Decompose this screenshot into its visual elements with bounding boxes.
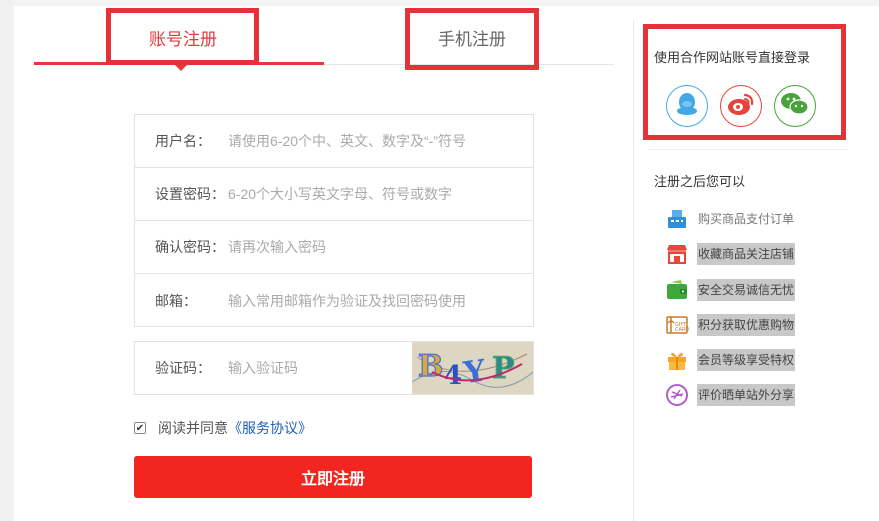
benefit-item: 评价晒单站外分享 bbox=[664, 382, 796, 408]
benefit-item: 会员等级享受特权 bbox=[664, 347, 796, 373]
confirm-password-row: 确认密码： bbox=[135, 221, 533, 274]
username-label: 用户名： bbox=[155, 133, 211, 149]
svg-text:CARD: CARD bbox=[675, 327, 689, 333]
benefit-text: 积分获取优惠购物 bbox=[697, 314, 796, 336]
register-submit-button[interactable]: 立即注册 bbox=[134, 456, 532, 498]
tab-phone-register[interactable]: 手机注册 bbox=[406, 12, 538, 62]
vertical-divider bbox=[633, 20, 634, 521]
service-agreement-link[interactable]: 《服务协议》 bbox=[228, 418, 312, 438]
store-icon bbox=[664, 241, 690, 267]
cash-register-icon bbox=[664, 206, 690, 232]
top-strip bbox=[0, 0, 879, 6]
wallet-icon bbox=[664, 277, 690, 303]
confirm-password-label: 确认密码： bbox=[155, 239, 225, 255]
benefit-text: 收藏商品关注店铺 bbox=[697, 243, 796, 265]
agreement-row: ✔ 阅读并同意 《服务协议》 bbox=[134, 418, 312, 438]
wechat-icon bbox=[780, 90, 810, 123]
tab-account-register[interactable]: 账号注册 bbox=[108, 12, 258, 62]
benefit-text: 购买商品支付订单 bbox=[698, 212, 795, 226]
benefit-item: 安全交易诚信无忧 bbox=[664, 277, 796, 303]
gift-box-icon bbox=[664, 347, 690, 373]
captcha-row: 验证码： B 4 Y P bbox=[134, 341, 534, 395]
right-panel-divider bbox=[648, 149, 848, 150]
email-label: 邮箱： bbox=[155, 292, 197, 309]
captcha-image[interactable]: B 4 Y P bbox=[412, 342, 533, 394]
left-edge bbox=[0, 0, 14, 521]
username-input[interactable] bbox=[228, 126, 533, 156]
weibo-icon bbox=[726, 90, 756, 123]
wechat-login-button[interactable] bbox=[774, 85, 816, 127]
password-label: 设置密码： bbox=[155, 186, 225, 202]
weibo-login-button[interactable] bbox=[720, 85, 762, 127]
username-row: 用户名： bbox=[135, 115, 533, 168]
email-row: 邮箱： bbox=[135, 274, 533, 327]
benefit-item: 收藏商品关注店铺 bbox=[664, 241, 796, 267]
benefit-item: GIFT CARD 积分获取优惠购物 bbox=[664, 312, 796, 338]
tab-caret-icon bbox=[175, 65, 187, 71]
gift-card-icon: GIFT CARD bbox=[664, 312, 690, 338]
benefits-title: 注册之后您可以 bbox=[654, 174, 746, 189]
agreement-checkbox[interactable]: ✔ bbox=[134, 422, 146, 434]
captcha-label: 验证码： bbox=[155, 360, 211, 376]
registration-page: 账号注册 手机注册 用户名： 设置密码： 确认密码： 邮箱： 验证码： bbox=[0, 0, 879, 521]
password-input[interactable] bbox=[228, 179, 533, 209]
svg-text:4: 4 bbox=[444, 361, 462, 391]
qq-login-button[interactable] bbox=[666, 85, 708, 127]
qq-icon bbox=[673, 90, 701, 123]
confirm-password-input[interactable] bbox=[228, 232, 533, 262]
benefit-text: 安全交易诚信无忧 bbox=[697, 279, 796, 301]
svg-text:B: B bbox=[418, 349, 443, 384]
password-row: 设置密码： bbox=[135, 168, 533, 221]
register-form: 用户名： 设置密码： 确认密码： 邮箱： bbox=[134, 114, 534, 327]
agreement-text: 阅读并同意 bbox=[158, 420, 228, 436]
benefit-text: 评价晒单站外分享 bbox=[697, 384, 796, 406]
register-tabs: 账号注册 手机注册 bbox=[34, 12, 614, 71]
social-login-title: 使用合作网站账号直接登录 bbox=[654, 50, 811, 65]
captcha-input[interactable] bbox=[228, 353, 408, 383]
email-input[interactable] bbox=[228, 285, 533, 316]
benefit-text: 会员等级享受特权 bbox=[697, 349, 796, 371]
benefit-item: 购买商品支付订单 bbox=[664, 206, 795, 232]
share-icon bbox=[664, 382, 690, 408]
